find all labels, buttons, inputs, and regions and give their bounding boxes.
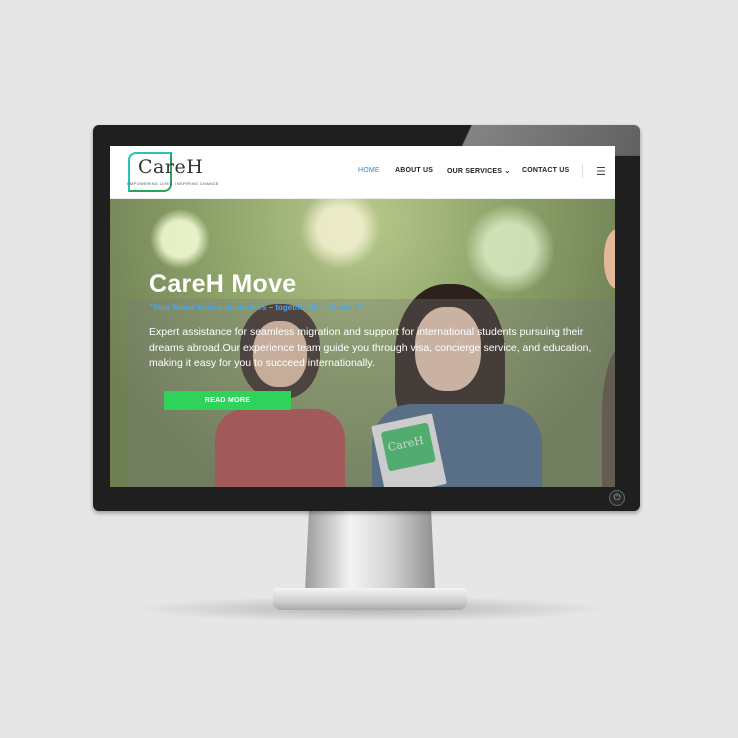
- monitor-frame: CareH EMPOWERING LIVES, INSPIRING CHANGE…: [93, 125, 640, 511]
- power-button-icon[interactable]: ⏻: [609, 490, 625, 506]
- read-more-button[interactable]: READ MORE: [164, 391, 291, 410]
- hero-description: Expert assistance for seamless migration…: [149, 325, 615, 372]
- website-screen: CareH EMPOWERING LIVES, INSPIRING CHANGE…: [110, 146, 615, 487]
- site-header: CareH EMPOWERING LIVES, INSPIRING CHANGE…: [110, 146, 615, 199]
- nav-contact-us[interactable]: CONTACT US: [522, 167, 569, 174]
- hero-description-line: dreams abroad.Our experience team guide …: [149, 341, 592, 354]
- monitor-stand-neck: [305, 511, 435, 591]
- nav-divider: [582, 164, 583, 178]
- logo-tagline: EMPOWERING LIVES, INSPIRING CHANGE: [127, 181, 219, 186]
- hero-description-line: Expert assistance for seamless migration…: [149, 326, 584, 338]
- site-logo[interactable]: CareH EMPOWERING LIVES, INSPIRING CHANGE: [126, 150, 246, 194]
- nav-home[interactable]: HOME: [358, 167, 380, 174]
- hero-description-line: making it easy for you to succeed intern…: [149, 357, 375, 369]
- monitor-stand-base: [273, 588, 467, 610]
- hamburger-menu-icon[interactable]: ☰: [596, 165, 606, 178]
- nav-our-services[interactable]: OUR SERVICES ⌄: [447, 167, 510, 175]
- hero-subtitle: "Your future knows no borders – together…: [149, 303, 364, 312]
- hero-title: CareH Move: [149, 270, 297, 298]
- logo-text: CareH: [138, 156, 204, 178]
- nav-about-us[interactable]: ABOUT US: [395, 167, 433, 174]
- hero-photo-person-right-head: [604, 229, 615, 289]
